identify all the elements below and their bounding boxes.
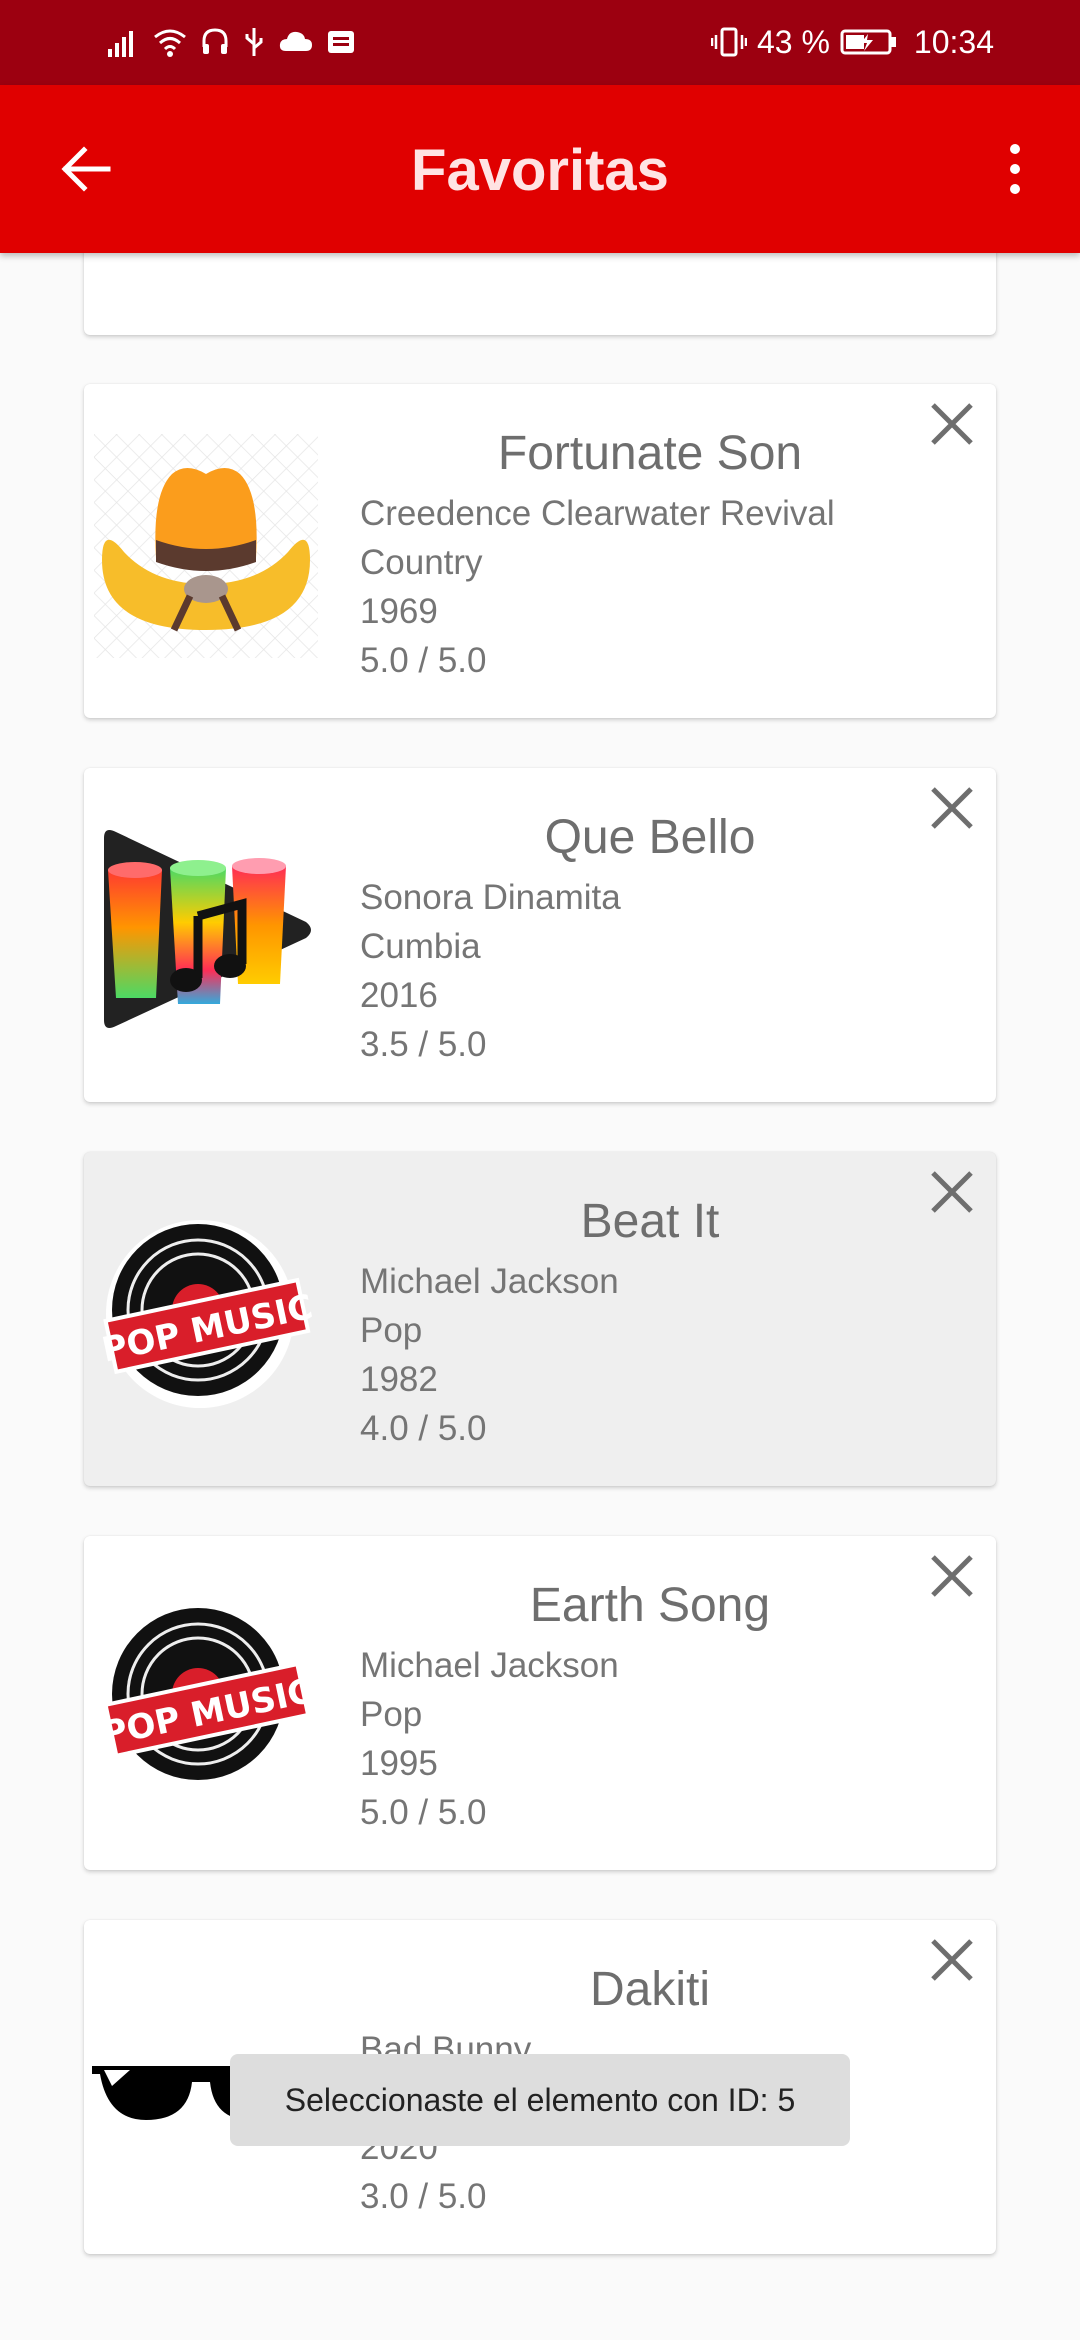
overflow-menu-button[interactable]	[990, 135, 1040, 203]
remove-button[interactable]	[922, 1162, 982, 1222]
song-rating: 5.0 / 5.0	[360, 1793, 487, 1832]
song-year: 1969	[360, 592, 438, 631]
song-title: Fortunate Son	[497, 427, 803, 480]
song-title: Beat It	[580, 1195, 720, 1248]
song-genre: Pop	[360, 1695, 423, 1734]
remove-button[interactable]	[922, 1546, 982, 1606]
usb-icon	[245, 28, 263, 56]
song-rating: 5.0 / 5.0	[360, 641, 487, 680]
song-year: 1995	[360, 1744, 438, 1783]
pop-music-badge-icon: POP MUSIC	[99, 1604, 316, 1792]
remove-button[interactable]	[922, 778, 982, 838]
pop-music-badge-icon: POP MUSIC	[99, 1220, 316, 1408]
signal-icon	[108, 31, 133, 57]
song-card[interactable]: Fortunate Son Creedence Clearwater Reviv…	[84, 384, 996, 718]
status-icons-left	[106, 20, 356, 64]
dot-icon	[1010, 144, 1020, 154]
close-icon	[931, 1555, 973, 1597]
song-image	[94, 818, 318, 1042]
list-item-partial[interactable]	[84, 253, 996, 335]
battery-percent: 43 %	[756, 23, 830, 60]
app-bar: Favoritas	[0, 85, 1080, 253]
song-artist: Sonora Dinamita	[360, 878, 621, 917]
close-icon	[931, 787, 973, 829]
song-card-selected[interactable]: POP MUSIC Beat It Michael Jackson Pop 19…	[84, 1152, 996, 1486]
close-icon	[931, 403, 973, 445]
song-image: POP MUSIC	[94, 1202, 318, 1426]
clock: 10:34	[913, 23, 994, 60]
song-card[interactable]: Que Bello Sonora Dinamita Cumbia 2016 3.…	[84, 768, 996, 1102]
remove-button[interactable]	[922, 394, 982, 454]
battery-charging-icon	[840, 29, 896, 55]
page-title: Favoritas	[411, 138, 669, 203]
song-year: 2016	[360, 976, 438, 1015]
status-icons-right: 43 % 10:34	[710, 20, 994, 64]
favorites-list[interactable]: Fortunate Son Creedence Clearwater Reviv…	[0, 253, 1080, 2340]
song-genre: Country	[360, 543, 483, 582]
song-title: Earth Song	[529, 1579, 771, 1632]
song-rating: 3.5 / 5.0	[360, 1025, 487, 1064]
dot-icon	[1010, 184, 1020, 194]
close-icon	[931, 1939, 973, 1981]
song-artist: Creedence Clearwater Revival	[360, 494, 835, 533]
cowboy-hat-icon	[94, 434, 318, 658]
song-card[interactable]: POP MUSIC Earth Song Michael Jackson Pop…	[84, 1536, 996, 1870]
song-image	[94, 434, 318, 658]
song-title: Que Bello	[544, 811, 756, 864]
headphones-icon	[202, 28, 228, 54]
wifi-icon	[154, 29, 186, 57]
song-year: 1982	[360, 1360, 438, 1399]
song-genre: Pop	[360, 1311, 423, 1350]
remove-button[interactable]	[922, 1930, 982, 1990]
cumbia-drums-icon	[104, 830, 311, 1028]
song-rating: 4.0 / 5.0	[360, 1409, 487, 1448]
song-artist: Michael Jackson	[360, 1646, 619, 1685]
song-image: POP MUSIC	[94, 1586, 318, 1810]
close-icon	[931, 1171, 973, 1213]
vibrate-icon	[710, 27, 747, 57]
status-bar: 43 % 10:34	[0, 0, 1080, 85]
toast-message: Seleccionaste el elemento con ID: 5	[230, 2054, 850, 2146]
song-rating: 3.0 / 5.0	[360, 2177, 487, 2216]
cloud-icon	[279, 31, 312, 51]
notification-icon	[328, 31, 354, 53]
song-genre: Cumbia	[360, 927, 481, 966]
song-title: Dakiti	[589, 1963, 711, 2016]
song-artist: Michael Jackson	[360, 1262, 619, 1301]
dot-icon	[1010, 164, 1020, 174]
